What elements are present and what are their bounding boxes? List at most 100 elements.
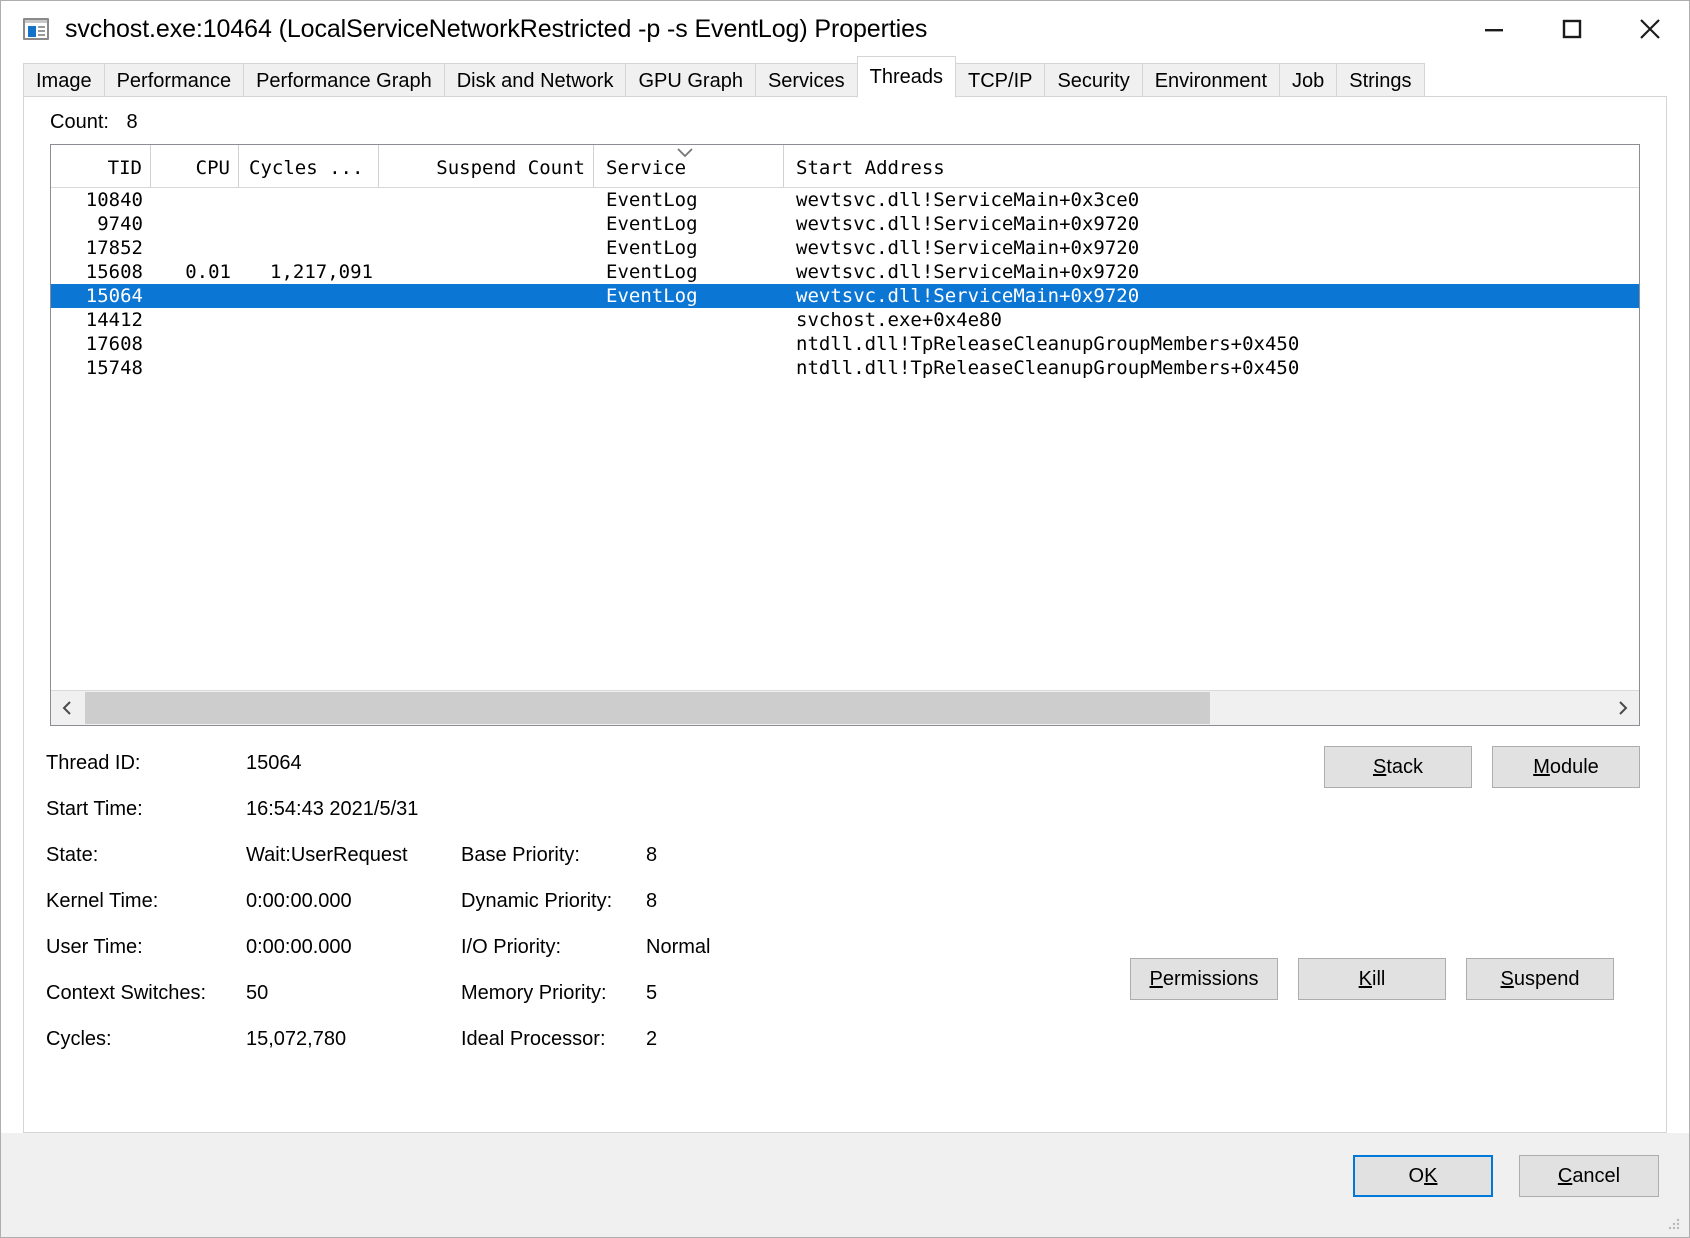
cell-service: EventLog bbox=[606, 189, 698, 211]
tab-performance-graph[interactable]: Performance Graph bbox=[243, 63, 445, 97]
table-row[interactable]: 15608 0.01 1,217,091 EventLog wevtsvc.dl… bbox=[51, 260, 1639, 284]
thread-action-buttons-top: Stack Module bbox=[1324, 746, 1640, 788]
stack-button[interactable]: Stack bbox=[1324, 746, 1472, 788]
column-header-cpu[interactable]: CPU bbox=[151, 145, 239, 187]
table-row[interactable]: 9740 EventLog wevtsvc.dll!ServiceMain+0x… bbox=[51, 212, 1639, 236]
suspend-button-label: uspend bbox=[1513, 967, 1580, 990]
close-button[interactable] bbox=[1611, 1, 1689, 57]
table-row[interactable]: 17852 EventLog wevtsvc.dll!ServiceMain+0… bbox=[51, 236, 1639, 260]
table-row[interactable]: 17608 ntdll.dll!TpReleaseCleanupGroupMem… bbox=[51, 332, 1639, 356]
minimize-button[interactable] bbox=[1455, 1, 1533, 57]
io-priority-value: Normal bbox=[646, 936, 711, 958]
user-time-value: 0:00:00.000 bbox=[246, 936, 352, 958]
kill-button-label: ill bbox=[1372, 967, 1386, 990]
module-button[interactable]: Module bbox=[1492, 746, 1640, 788]
threads-list-body[interactable]: 10840 EventLog wevtsvc.dll!ServiceMain+0… bbox=[51, 188, 1639, 690]
tab-image[interactable]: Image bbox=[23, 63, 105, 97]
io-priority-label: I/O Priority: bbox=[461, 936, 562, 958]
cell-address: svchost.exe+0x4e80 bbox=[796, 309, 1002, 331]
cell-tid: 9740 bbox=[97, 213, 143, 235]
table-row[interactable]: 15748 ntdll.dll!TpReleaseCleanupGroupMem… bbox=[51, 356, 1639, 380]
cancel-button[interactable]: Cancel bbox=[1519, 1155, 1659, 1197]
cell-address: wevtsvc.dll!ServiceMain+0x3ce0 bbox=[796, 189, 1140, 211]
tab-performance[interactable]: Performance bbox=[103, 63, 245, 97]
memory-priority-value: 5 bbox=[646, 982, 658, 1004]
scrollbar-track[interactable] bbox=[85, 692, 1605, 724]
chevron-left-icon bbox=[62, 701, 71, 715]
ok-button[interactable]: OK bbox=[1353, 1155, 1493, 1197]
detail-row-cycles: Cycles: 15,072,780 Ideal Processor: 2 bbox=[46, 1028, 710, 1074]
tab-threads[interactable]: Threads bbox=[856, 56, 957, 98]
column-header-tid[interactable]: TID bbox=[51, 145, 151, 187]
suspend-button[interactable]: Suspend bbox=[1466, 958, 1614, 1000]
column-header-service[interactable]: Service bbox=[594, 145, 784, 187]
dialog-footer: OK Cancel bbox=[1, 1133, 1689, 1237]
cell-service: EventLog bbox=[606, 237, 698, 259]
column-header-cycles[interactable]: Cycles ... bbox=[239, 145, 379, 187]
kernel-time-label: Kernel Time: bbox=[46, 890, 159, 912]
detail-row-state: State: Wait:UserRequest Base Priority: 8 bbox=[46, 844, 710, 890]
tab-security[interactable]: Security bbox=[1044, 63, 1143, 97]
sort-descending-chevron-icon bbox=[677, 148, 693, 158]
module-button-accel: M bbox=[1533, 755, 1550, 778]
detail-row-user-time: User Time: 0:00:00.000 I/O Priority: Nor… bbox=[46, 936, 710, 982]
thread-id-label: Thread ID: bbox=[46, 752, 141, 774]
kill-button[interactable]: Kill bbox=[1298, 958, 1446, 1000]
user-time-label: User Time: bbox=[46, 936, 143, 958]
column-header-suspend-count[interactable]: Suspend Count bbox=[379, 145, 594, 187]
detail-row-thread-id: Thread ID: 15064 bbox=[46, 752, 710, 798]
start-time-label: Start Time: bbox=[46, 798, 143, 820]
cell-service: EventLog bbox=[606, 261, 698, 283]
close-icon bbox=[1640, 19, 1660, 39]
tab-job[interactable]: Job bbox=[1279, 63, 1338, 97]
ok-button-accel: K bbox=[1424, 1164, 1438, 1187]
ideal-processor-label: Ideal Processor: bbox=[461, 1028, 606, 1050]
state-value: Wait:UserRequest bbox=[246, 844, 408, 866]
table-row[interactable]: 14412 svchost.exe+0x4e80 bbox=[51, 308, 1639, 332]
scrollbar-thumb[interactable] bbox=[85, 692, 1210, 724]
threads-list-header: TID CPU Cycles ... Suspend Count Service… bbox=[51, 145, 1639, 188]
tab-tcpip[interactable]: TCP/IP bbox=[955, 63, 1046, 97]
window-title: svchost.exe:10464 (LocalServiceNetworkRe… bbox=[65, 14, 928, 43]
detail-row-start-time: Start Time: 16:54:43 2021/5/31 bbox=[46, 798, 710, 844]
cycles-label: Cycles: bbox=[46, 1028, 112, 1050]
column-header-service-label: Service bbox=[606, 157, 687, 179]
window-controls bbox=[1455, 1, 1689, 57]
cell-address: ntdll.dll!TpReleaseCleanupGroupMembers+0… bbox=[796, 333, 1300, 355]
cell-cycles: 1,217,091 bbox=[270, 261, 373, 283]
table-row[interactable]: 10840 EventLog wevtsvc.dll!ServiceMain+0… bbox=[51, 188, 1639, 212]
base-priority-label: Base Priority: bbox=[461, 844, 580, 866]
tab-environment[interactable]: Environment bbox=[1141, 63, 1280, 97]
cell-address: wevtsvc.dll!ServiceMain+0x9720 bbox=[796, 213, 1140, 235]
start-time-value: 16:54:43 2021/5/31 bbox=[246, 798, 419, 820]
scroll-right-button[interactable] bbox=[1605, 692, 1639, 724]
tab-gpu-graph[interactable]: GPU Graph bbox=[625, 63, 756, 97]
permissions-button[interactable]: Permissions bbox=[1130, 958, 1278, 1000]
kernel-time-value: 0:00:00.000 bbox=[246, 890, 352, 912]
cell-tid: 17608 bbox=[85, 333, 143, 355]
table-row-selected[interactable]: 15064 EventLog wevtsvc.dll!ServiceMain+0… bbox=[51, 284, 1639, 308]
permissions-button-accel: P bbox=[1149, 967, 1163, 990]
resize-grip-icon[interactable] bbox=[1665, 1215, 1681, 1231]
detail-row-kernel-time: Kernel Time: 0:00:00.000 Dynamic Priorit… bbox=[46, 890, 710, 936]
column-header-start-address[interactable]: Start Address bbox=[784, 145, 1344, 187]
thread-count-value: 8 bbox=[126, 111, 138, 133]
cell-address: wevtsvc.dll!ServiceMain+0x9720 bbox=[796, 285, 1140, 307]
tab-disk-and-network[interactable]: Disk and Network bbox=[443, 63, 627, 97]
dynamic-priority-value: 8 bbox=[646, 890, 658, 912]
cell-tid: 10840 bbox=[85, 189, 143, 211]
detail-row-context-switches: Context Switches: 50 Memory Priority: 5 bbox=[46, 982, 710, 1028]
cancel-button-accel: C bbox=[1557, 1164, 1573, 1187]
scroll-left-button[interactable] bbox=[51, 692, 85, 724]
maximize-icon bbox=[1562, 19, 1582, 39]
cell-tid: 14412 bbox=[85, 309, 143, 331]
tab-services[interactable]: Services bbox=[754, 63, 858, 97]
permissions-button-label: ermissions bbox=[1162, 967, 1259, 990]
maximize-button[interactable] bbox=[1533, 1, 1611, 57]
tab-strings[interactable]: Strings bbox=[1336, 63, 1425, 97]
context-switches-label: Context Switches: bbox=[46, 982, 207, 1004]
horizontal-scrollbar[interactable] bbox=[51, 690, 1639, 725]
threads-list: TID CPU Cycles ... Suspend Count Service… bbox=[50, 144, 1640, 726]
dialog-footer-buttons: OK Cancel bbox=[1353, 1155, 1659, 1197]
cell-address: ntdll.dll!TpReleaseCleanupGroupMembers+0… bbox=[796, 357, 1300, 379]
